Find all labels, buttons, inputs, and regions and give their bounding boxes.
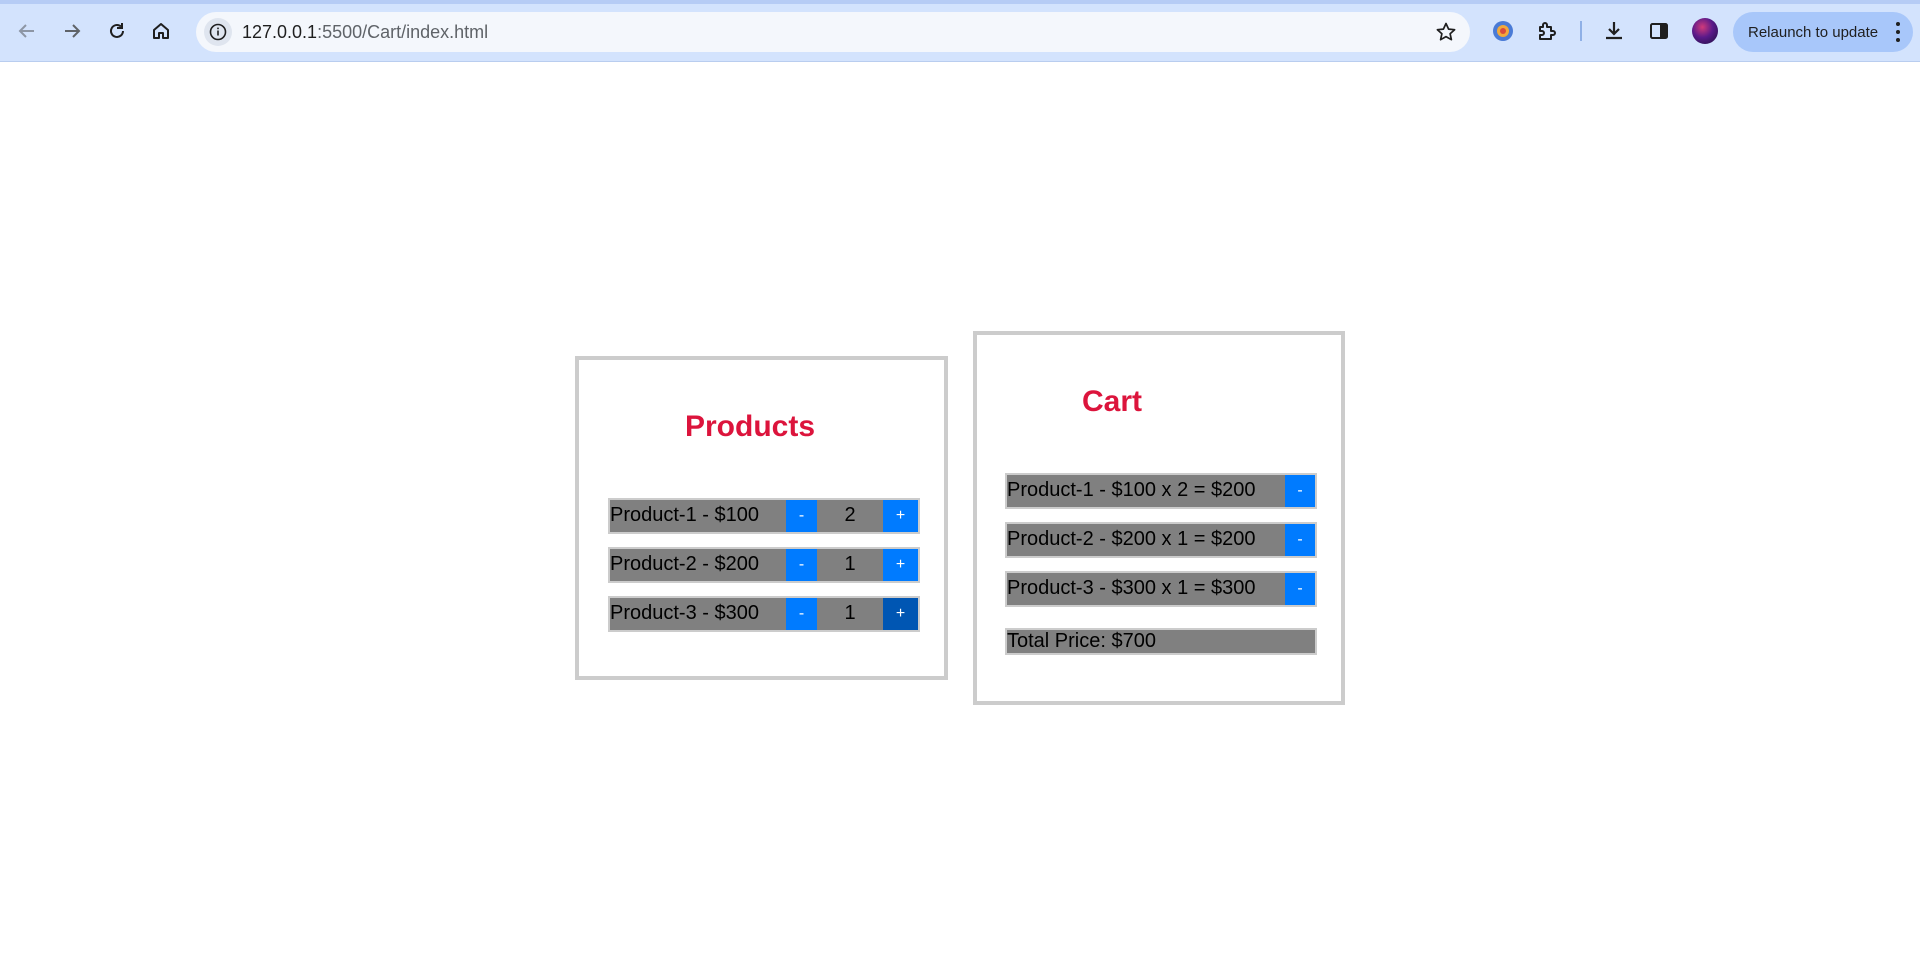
url-path: :5500/Cart/index.html [317,22,489,42]
products-panel: Products Product-1 - $100 - 2 + Product-… [575,356,948,680]
relaunch-update-button[interactable]: Relaunch to update [1733,12,1913,52]
cart-item-label: Product-3 - $300 x 1 = $300 [1007,577,1256,599]
arrow-right-icon [65,24,81,38]
products-title: Products [685,410,816,443]
quantity-value: 1 [844,602,856,624]
address-bar[interactable]: 127.0.0.1:5500/Cart/index.html [196,12,1470,52]
increase-qty-button[interactable]: + [883,549,918,581]
url-host: 127.0.0.1 [242,22,318,42]
cart-item-label: Product-2 - $200 x 1 = $200 [1007,528,1256,550]
arrow-left-icon [18,24,34,38]
decrease-qty-button[interactable]: - [786,500,817,532]
product-label: Product-3 - $300 [610,602,759,624]
remove-item-button[interactable]: - [1285,475,1315,507]
download-icon[interactable] [1599,16,1629,46]
decrease-qty-button[interactable]: - [786,598,817,630]
total-price-label: Total Price: $700 [1007,630,1156,652]
product-label: Product-2 - $200 [610,553,759,575]
remove-item-button[interactable]: - [1285,524,1315,556]
product-row: Product-1 - $100 - 2 + [608,498,920,534]
url-text[interactable]: 127.0.0.1:5500/Cart/index.html [242,22,488,43]
decrease-qty-button[interactable]: - [786,549,817,581]
product-row: Product-2 - $200 - 1 + [608,547,920,583]
side-panel-icon[interactable] [1644,16,1674,46]
cart-item-row: Product-2 - $200 x 1 = $200 - [1005,522,1317,558]
reload-button[interactable] [100,14,134,48]
remove-item-button[interactable]: - [1285,573,1315,605]
product-label: Product-1 - $100 [610,504,759,526]
more-menu-icon[interactable] [1893,22,1903,42]
cart-item-row: Product-1 - $100 x 2 = $200 - [1005,473,1317,509]
cart-panel: Cart Product-1 - $100 x 2 = $200 - Produ… [973,331,1345,705]
increase-qty-button[interactable]: + [883,500,918,532]
back-button[interactable] [10,14,44,48]
tab-strip-edge [0,0,1920,4]
site-info-icon[interactable] [204,18,232,46]
cart-item-row: Product-3 - $300 x 1 = $300 - [1005,571,1317,607]
quantity-value: 2 [844,504,856,526]
increase-qty-button[interactable]: + [883,598,918,630]
quantity-value: 1 [844,553,856,575]
forward-button[interactable] [55,14,89,48]
browser-toolbar: 127.0.0.1:5500/Cart/index.html Relaunch … [0,0,1920,62]
home-icon [153,23,169,39]
cart-title: Cart [1082,385,1143,418]
profile-avatar[interactable] [1692,18,1718,44]
extension-badge-icon[interactable] [1488,16,1518,46]
cart-item-label: Product-1 - $100 x 2 = $200 [1007,479,1256,501]
reload-icon [110,23,124,38]
toolbar-divider [1580,21,1582,41]
home-button[interactable] [144,14,178,48]
extensions-puzzle-icon[interactable] [1532,16,1562,46]
relaunch-label: Relaunch to update [1748,23,1879,41]
bookmark-star-icon[interactable] [1434,20,1458,44]
product-row: Product-3 - $300 - 1 + [608,596,920,632]
total-price: Total Price: $700 [1005,628,1317,655]
